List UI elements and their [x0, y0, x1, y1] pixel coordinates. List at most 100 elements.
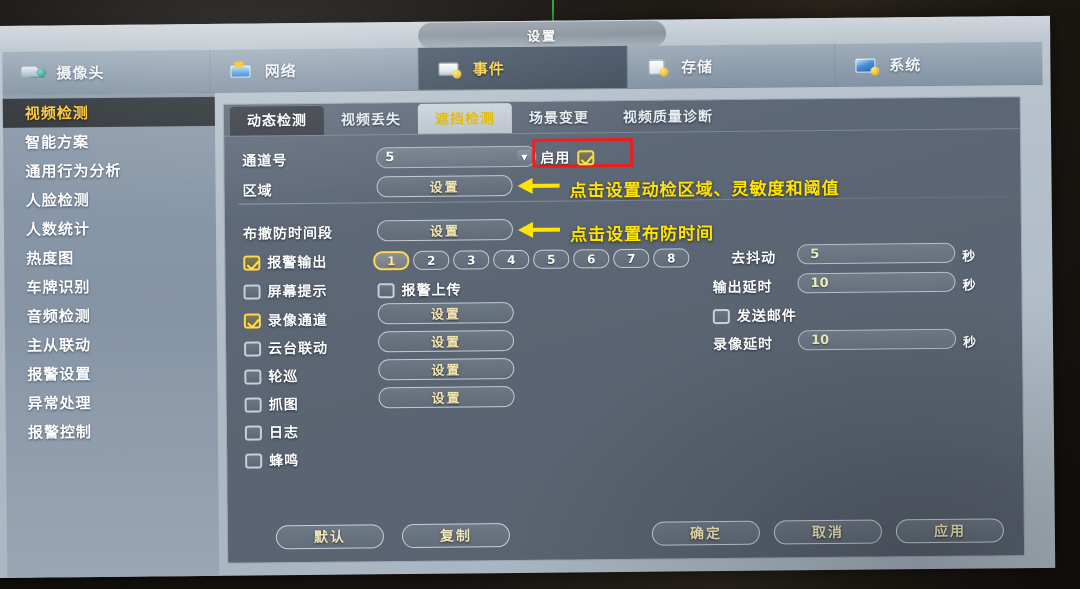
- ptz-setting-button[interactable]: 设置: [377, 330, 515, 353]
- sidebar-item-label: 人脸检测: [25, 191, 90, 210]
- sidebar-item-alarm-settings[interactable]: 报警设置: [5, 358, 217, 389]
- sidebar-item-heatmap[interactable]: 热度图: [4, 242, 216, 273]
- nav-item-camera[interactable]: 摄像头: [2, 49, 211, 94]
- tab-label: 动态检测: [246, 113, 308, 130]
- schedule-setting-button[interactable]: 设置: [376, 219, 514, 242]
- output-delay-input[interactable]: 10: [797, 271, 956, 294]
- alarm-output-number-5[interactable]: 5: [533, 249, 570, 269]
- alarm-output-number-6[interactable]: 6: [573, 249, 610, 269]
- sidebar-item-behavior-analysis[interactable]: 通用行为分析: [3, 155, 215, 186]
- screen-tip-checkbox[interactable]: [243, 283, 261, 300]
- nav-item-label: 存储: [680, 57, 714, 76]
- sidebar-item-label: 热度图: [26, 249, 75, 268]
- annotation-arrow-area: [517, 177, 560, 194]
- buzzer-checkbox-row[interactable]: 蜂鸣: [245, 450, 299, 471]
- sidebar-item-people-counting[interactable]: 人数统计: [4, 213, 216, 244]
- alarm-output-number-8[interactable]: 8: [653, 248, 690, 268]
- ptz-label: 云台联动: [268, 340, 329, 358]
- sidebar-item-video-detection[interactable]: 视频检测: [2, 96, 215, 128]
- nav-item-storage[interactable]: 存储: [626, 43, 836, 88]
- cancel-button[interactable]: 取消: [773, 519, 883, 545]
- send-mail-checkbox[interactable]: [712, 308, 730, 324]
- record-channel-checkbox[interactable]: [243, 312, 261, 329]
- schedule-label: 布撤防时间段: [242, 225, 334, 243]
- ok-button[interactable]: 确定: [651, 520, 761, 546]
- tab-video-quality-diagnosis[interactable]: 视频质量诊断: [606, 101, 730, 132]
- top-navigation[interactable]: 摄像头 网络 事件 存储 系统: [2, 41, 1043, 95]
- alarm-output-number-7[interactable]: 7: [613, 248, 650, 269]
- record-delay-input[interactable]: 10: [797, 328, 957, 351]
- sidebar-item-plate-recognition[interactable]: 车牌识别: [4, 271, 216, 302]
- tab-tamper-detection[interactable]: 遮挡检测: [417, 103, 513, 134]
- send-mail-checkbox-row[interactable]: 发送邮件: [712, 305, 797, 326]
- nav-item-label: 摄像头: [56, 63, 105, 82]
- screen-tip-label: 屏幕提示: [267, 283, 328, 301]
- sidebar-item-alarm-control[interactable]: 报警控制: [6, 416, 218, 447]
- enable-checkbox-row[interactable]: 启用: [540, 147, 595, 168]
- copy-button[interactable]: 复制: [401, 523, 511, 549]
- sidebar: 视频检测 智能方案 通用行为分析 人脸检测 人数统计 热度图 车牌识别 音频检测…: [2, 92, 220, 578]
- default-button[interactable]: 默认: [275, 524, 385, 550]
- tour-checkbox[interactable]: [244, 368, 262, 385]
- snapshot-label: 抓图: [268, 397, 299, 414]
- alarm-output-number-group[interactable]: 1 2 3 4 5 6 7 8: [373, 248, 690, 271]
- area-setting-button[interactable]: 设置: [376, 175, 513, 198]
- snapshot-checkbox-row[interactable]: 抓图: [244, 394, 299, 415]
- sidebar-item-master-slave[interactable]: 主从联动: [5, 329, 217, 360]
- tab-bar[interactable]: 动态检测 视频丢失 遮挡检测 场景变更 视频质量诊断: [223, 97, 1021, 137]
- sidebar-item-face-detection[interactable]: 人脸检测: [4, 184, 216, 215]
- tab-motion-detection[interactable]: 动态检测: [229, 104, 325, 136]
- annotation-text-schedule: 点击设置布防时间: [569, 224, 715, 246]
- sidebar-item-label: 人数统计: [25, 220, 91, 239]
- tour-setting-button[interactable]: 设置: [378, 358, 515, 381]
- nav-item-label: 事件: [472, 59, 505, 78]
- enable-checkbox[interactable]: [577, 149, 595, 165]
- debounce-input[interactable]: 5: [797, 242, 956, 265]
- nav-item-event[interactable]: 事件: [418, 45, 628, 90]
- sidebar-item-smart-plan[interactable]: 智能方案: [3, 126, 215, 157]
- record-delay-unit: 秒: [963, 335, 977, 351]
- channel-select[interactable]: 5 ▼: [376, 145, 537, 169]
- alarm-output-number-3[interactable]: 3: [453, 250, 490, 270]
- ptz-checkbox[interactable]: [244, 340, 262, 357]
- tour-checkbox-row[interactable]: 轮巡: [244, 366, 298, 387]
- camera-icon: [20, 62, 46, 82]
- send-mail-label: 发送邮件: [736, 308, 797, 325]
- alarm-output-number-1[interactable]: 1: [373, 251, 410, 271]
- alarm-upload-checkbox[interactable]: [377, 282, 395, 298]
- alarm-output-number-2[interactable]: 2: [413, 250, 450, 270]
- sidebar-item-label: 报警设置: [27, 365, 92, 384]
- sidebar-item-label: 音频检测: [26, 307, 91, 326]
- alarm-output-label: 报警输出: [267, 254, 328, 272]
- alarm-output-checkbox-row[interactable]: 报警输出: [243, 252, 327, 273]
- snapshot-setting-button[interactable]: 设置: [378, 386, 515, 409]
- tour-label: 轮巡: [268, 369, 299, 386]
- sidebar-item-audio-detection[interactable]: 音频检测: [5, 300, 217, 331]
- channel-select-value: 5: [385, 150, 395, 166]
- record-channel-checkbox-row[interactable]: 录像通道: [243, 310, 328, 331]
- tab-scene-change[interactable]: 场景变更: [512, 102, 606, 133]
- apply-button[interactable]: 应用: [895, 518, 1005, 544]
- log-checkbox[interactable]: [244, 424, 262, 441]
- nav-item-network[interactable]: 网络: [210, 47, 420, 92]
- settings-window: 设置 摄像头 网络 事件 存储 系统 视频检测 智能方案 通用行为分析 人脸检测…: [0, 15, 1056, 578]
- debounce-unit: 秒: [962, 249, 976, 265]
- tab-video-loss[interactable]: 视频丢失: [324, 104, 418, 135]
- output-delay-unit: 秒: [962, 278, 976, 294]
- screen-tip-checkbox-row[interactable]: 屏幕提示: [243, 281, 328, 302]
- sidebar-item-label: 异常处理: [27, 394, 92, 413]
- record-channel-label: 录像通道: [267, 312, 328, 330]
- snapshot-checkbox[interactable]: [244, 396, 262, 413]
- record-channel-setting-button[interactable]: 设置: [377, 302, 514, 325]
- chevron-down-icon[interactable]: ▼: [517, 149, 532, 164]
- log-checkbox-row[interactable]: 日志: [244, 422, 299, 443]
- nav-item-system[interactable]: 系统: [835, 42, 1043, 86]
- alarm-upload-checkbox-row[interactable]: 报警上传: [377, 280, 462, 301]
- buzzer-checkbox[interactable]: [245, 452, 263, 469]
- monitor-photo: 设置 摄像头 网络 事件 存储 系统 视频检测 智能方案 通用行为分析 人脸检测…: [0, 0, 1080, 589]
- sidebar-item-abnormality[interactable]: 异常处理: [5, 387, 217, 418]
- alarm-output-checkbox[interactable]: [243, 254, 261, 271]
- ptz-checkbox-row[interactable]: 云台联动: [244, 338, 328, 359]
- alarm-output-number-4[interactable]: 4: [493, 249, 530, 270]
- tab-label: 遮挡检测: [434, 111, 495, 128]
